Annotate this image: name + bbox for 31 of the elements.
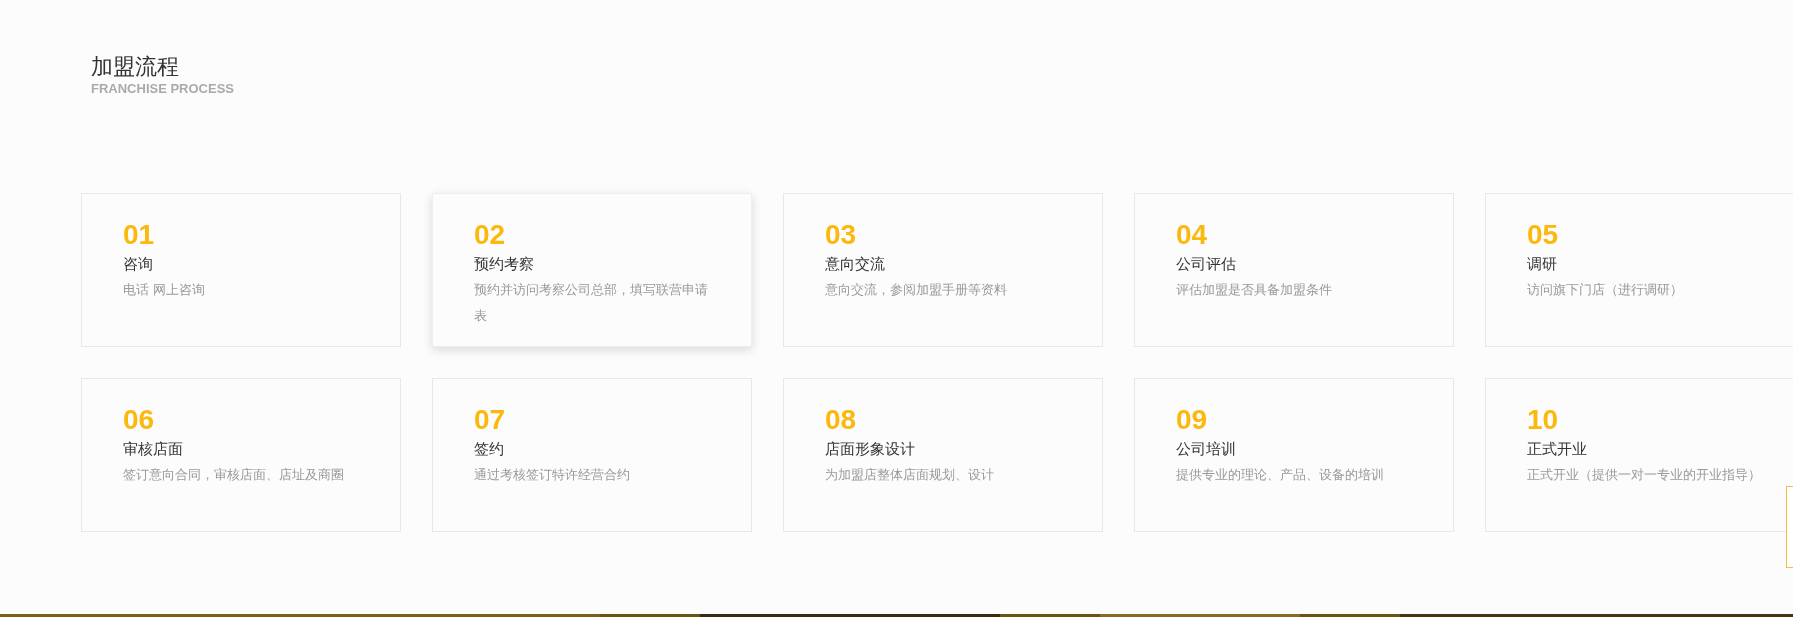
step-title: 签约 <box>474 439 505 459</box>
step-description: 预约并访问考察公司总部，填写联营申请表 <box>474 281 709 325</box>
step-number: 02 <box>474 220 507 250</box>
step-title: 公司培训 <box>1176 439 1237 459</box>
step-number: 09 <box>1176 405 1209 435</box>
step-description: 通过考核签订特许经营合约 <box>474 466 631 484</box>
step-description: 签订意向合同，审核店面、店址及商圈 <box>123 466 345 484</box>
step-description: 意向交流，参阅加盟手册等资料 <box>825 281 1008 299</box>
step-number: 10 <box>1527 405 1560 435</box>
step-description: 访问旗下门店（进行调研） <box>1527 281 1684 299</box>
step-description: 评估加盟是否具备加盟条件 <box>1176 281 1333 299</box>
section-title: 加盟流程 <box>91 53 179 81</box>
step-number: 08 <box>825 405 858 435</box>
step-description: 电话 网上咨询 <box>123 281 206 299</box>
step-number: 06 <box>123 405 156 435</box>
step-title: 预约考察 <box>474 254 535 274</box>
step-title: 审核店面 <box>123 439 184 459</box>
step-number: 03 <box>825 220 858 250</box>
step-title: 店面形象设计 <box>825 439 916 459</box>
step-title: 意向交流 <box>825 254 886 274</box>
step-number: 07 <box>474 405 507 435</box>
step-description: 为加盟店整体店面规划、设计 <box>825 466 995 484</box>
step-title: 正式开业 <box>1527 439 1588 459</box>
step-number: 01 <box>123 220 156 250</box>
step-title: 咨询 <box>123 254 154 274</box>
step-number: 04 <box>1176 220 1209 250</box>
step-description: 提供专业的理论、产品、设备的培训 <box>1176 466 1385 484</box>
section-subtitle: FRANCHISE PROCESS <box>91 81 235 97</box>
step-number: 05 <box>1527 220 1560 250</box>
step-title: 公司评估 <box>1176 254 1237 274</box>
step-title: 调研 <box>1527 254 1558 274</box>
